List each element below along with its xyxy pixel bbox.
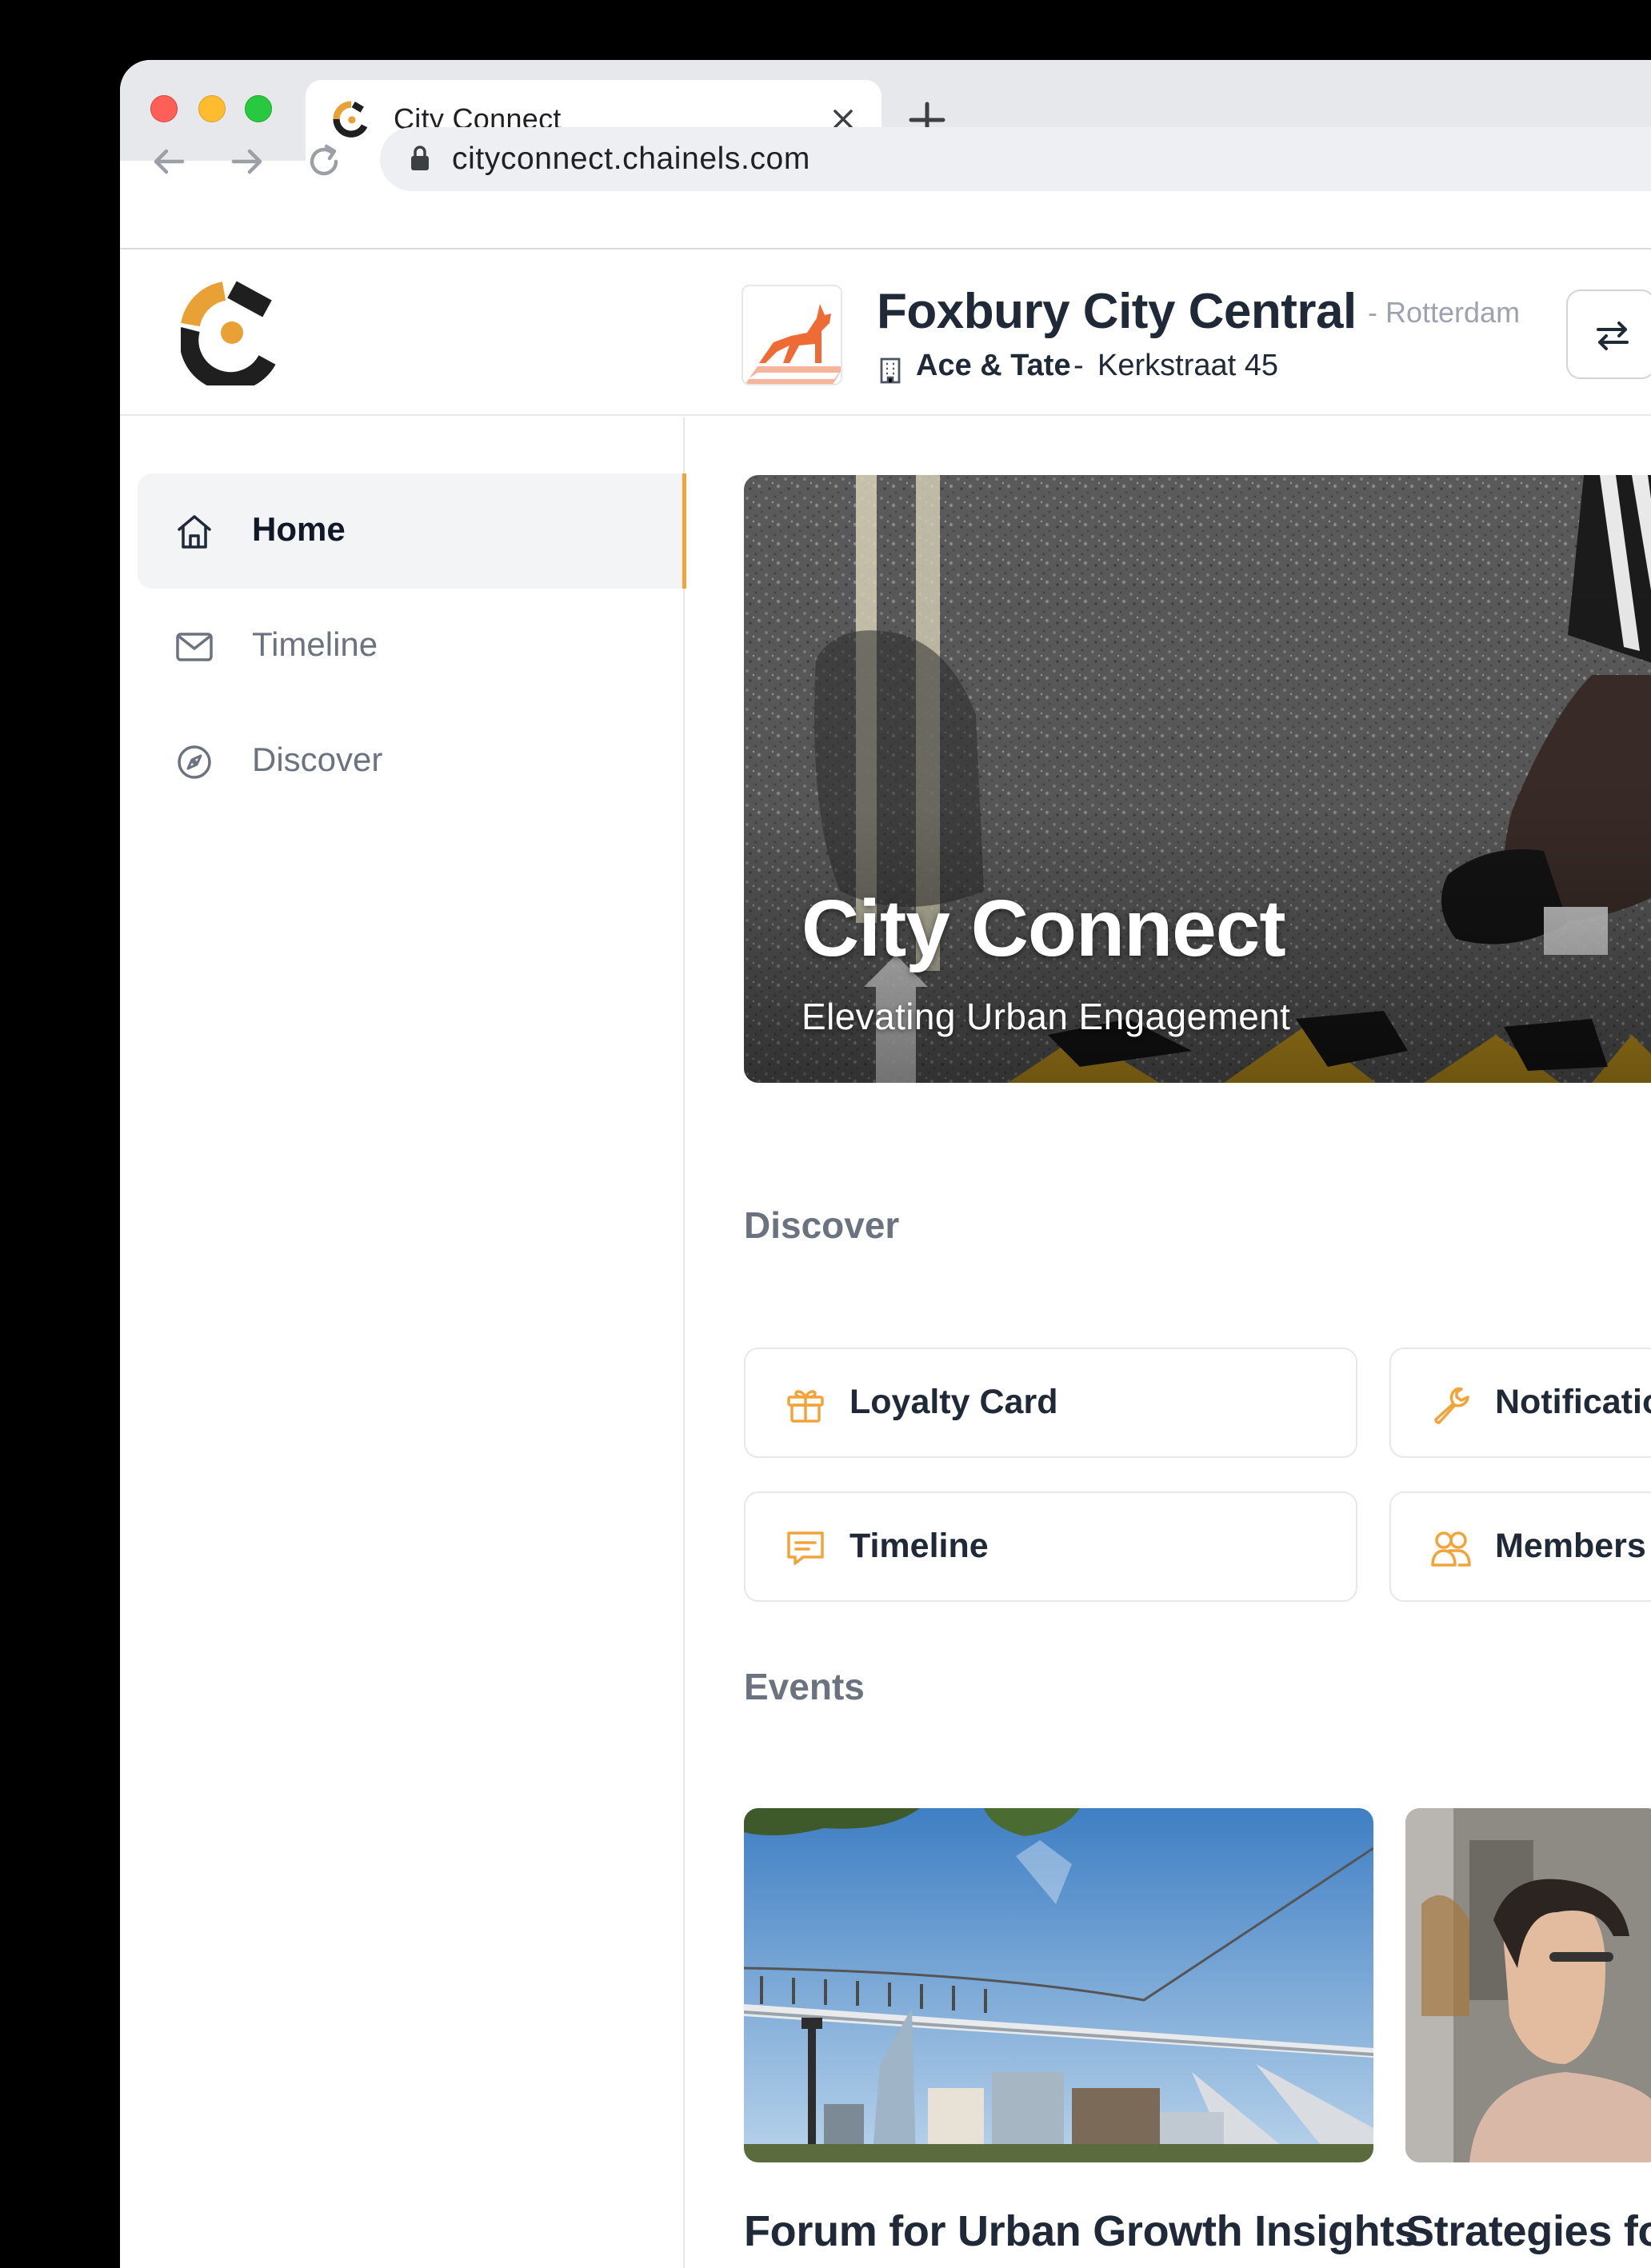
wrench-icon <box>1434 1387 1469 1424</box>
discover-item-label: Loyalty Card <box>849 1383 1058 1421</box>
hero-banner: City Connect Elevating Urban Engagement <box>744 475 1651 1083</box>
building-icon <box>880 357 901 384</box>
discover-loyalty-card-button[interactable]: Loyalty Card <box>744 1348 1357 1458</box>
events-section-title: Events <box>744 1666 865 1707</box>
url-text: cityconnect.chainels.com <box>452 142 810 176</box>
store-separator: - <box>1073 349 1084 382</box>
org-logo <box>742 285 842 385</box>
sidebar-item-label: Discover <box>252 741 383 778</box>
event-title[interactable]: Forum for Urban Growth Insights <box>744 2198 1418 2264</box>
users-icon <box>1431 1531 1471 1567</box>
discover-item-label: Timeline <box>849 1527 989 1565</box>
discover-item-label: Members <box>1495 1527 1646 1565</box>
discover-item-label: Notifications <box>1495 1383 1651 1421</box>
city-connect-favicon-icon <box>333 101 368 138</box>
event-image[interactable] <box>744 1808 1373 2162</box>
city-connect-logo-icon[interactable] <box>181 280 278 385</box>
back-arrow-icon[interactable] <box>149 142 189 182</box>
event-title[interactable]: Strategies for Entrepreneurs <box>1405 2198 1651 2268</box>
forward-arrow-icon[interactable] <box>227 142 267 182</box>
hero-title: City Connect <box>802 884 1286 973</box>
sidebar-item-label: Home <box>252 510 346 548</box>
address-bar[interactable]: cityconnect.chainels.com <box>380 127 1651 191</box>
discover-timeline-button[interactable]: Timeline <box>744 1491 1357 1602</box>
maximize-window-button[interactable] <box>245 95 272 122</box>
discover-section-title: Discover <box>744 1204 900 1246</box>
hero-subtitle: Elevating Urban Engagement <box>802 996 1291 1037</box>
hero-image <box>744 475 1651 1083</box>
sidebar: Home Timeline Discover <box>120 417 686 2268</box>
org-city: - Rotterdam <box>1368 296 1521 329</box>
minimize-window-button[interactable] <box>198 95 226 122</box>
event-image[interactable] <box>1405 1808 1651 2162</box>
discover-notifications-button[interactable]: Notifications <box>1389 1348 1651 1458</box>
sidebar-item-timeline[interactable]: Timeline <box>138 589 685 704</box>
org-name: Foxbury City Central <box>877 284 1357 339</box>
close-window-button[interactable] <box>150 95 178 122</box>
switch-location-button[interactable] <box>1566 289 1651 379</box>
discover-members-button[interactable]: Members <box>1389 1491 1651 1602</box>
gift-icon <box>787 1390 824 1423</box>
compass-icon <box>178 745 211 779</box>
browser-window: City Connect cityconnect.chainels.com Fo… <box>120 60 1651 2268</box>
sidebar-item-home[interactable]: Home <box>138 473 686 589</box>
sidebar-item-discover[interactable]: Discover <box>138 704 685 819</box>
reload-icon[interactable] <box>304 142 344 182</box>
sidebar-item-label: Timeline <box>252 625 378 663</box>
app-header: Foxbury City Central - Rotterdam Ace & T… <box>120 250 1651 416</box>
message-icon <box>787 1531 824 1565</box>
mail-icon <box>176 633 213 661</box>
lock-icon <box>411 146 429 170</box>
home-icon <box>178 515 211 549</box>
swap-arrows-icon <box>1597 321 1629 350</box>
store-name: Ace & Tate <box>916 349 1071 382</box>
store-address: Kerkstraat 45 <box>1097 349 1278 382</box>
